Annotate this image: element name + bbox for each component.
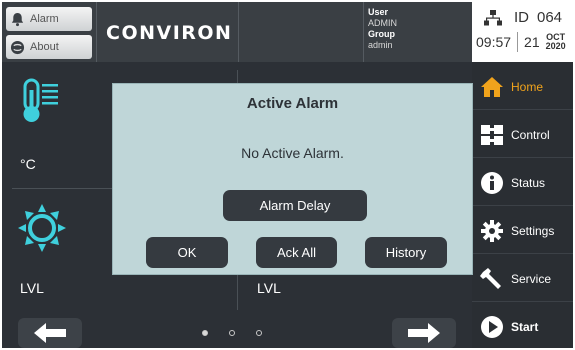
sidebar: Home Control Status Settings Service Sta… — [472, 62, 573, 348]
prev-page-button[interactable] — [18, 318, 82, 348]
sidebar-label-home: Home — [511, 79, 544, 94]
spacer-cell — [239, 2, 364, 62]
control-icon — [481, 124, 503, 145]
clock-year: 2020 — [545, 41, 566, 51]
network-icon — [484, 9, 502, 25]
page-dot[interactable] — [256, 330, 262, 336]
page-dot[interactable] — [202, 330, 208, 336]
dialog-message: No Active Alarm. — [241, 145, 344, 161]
page-navigation — [2, 312, 472, 348]
page-indicator — [202, 330, 262, 336]
user-key: User — [368, 7, 389, 17]
light-sun-icon — [18, 204, 66, 252]
active-alarm-dialog: Active Alarm No Active Alarm. Alarm Dela… — [112, 83, 473, 275]
sidebar-label-control: Control — [511, 127, 550, 142]
month-year: OCT 2020 — [546, 33, 566, 51]
about-button[interactable]: About — [6, 35, 92, 59]
next-page-button[interactable] — [392, 318, 456, 348]
alarm-about-cell: Alarm About — [2, 2, 97, 62]
clock-time: 09:57 — [476, 34, 512, 50]
id-label: ID — [514, 9, 529, 26]
gear-icon — [481, 219, 503, 242]
info-icon — [481, 171, 503, 194]
user-info: User ADMIN Group admin — [368, 7, 397, 51]
page-dot[interactable] — [229, 330, 235, 336]
id-time-box: ID 064 09:57 21 OCT 2020 — [472, 2, 573, 62]
sidebar-item-service[interactable]: Service — [472, 256, 573, 302]
home-icon — [481, 76, 503, 97]
id-row: ID 064 — [484, 9, 562, 26]
light-level-unit-left: LVL — [20, 280, 44, 296]
thermometer-icon — [23, 78, 58, 122]
ack-all-button[interactable]: Ack All — [256, 237, 337, 268]
alarm-label: Alarm — [30, 13, 59, 25]
sidebar-item-control[interactable]: Control — [472, 112, 573, 158]
id-value: 064 — [537, 9, 563, 26]
about-icon — [10, 40, 25, 54]
about-label: About — [30, 41, 59, 53]
group-key: Group — [368, 29, 395, 39]
play-icon — [481, 316, 503, 338]
sidebar-label-service: Service — [511, 271, 552, 286]
arrow-left-icon — [34, 323, 66, 343]
sidebar-label-start: Start — [511, 320, 539, 334]
sidebar-item-settings[interactable]: Settings — [472, 208, 573, 254]
history-button[interactable]: History — [365, 237, 447, 268]
controller-screen: Alarm About CONVIRON User ADMIN Group ad… — [2, 2, 573, 348]
sidebar-item-status[interactable]: Status — [472, 160, 573, 206]
light-level-unit-right: LVL — [257, 280, 281, 296]
bell-icon — [11, 12, 24, 26]
sidebar-item-start[interactable]: Start — [472, 304, 573, 348]
user-value: ADMIN — [368, 18, 397, 28]
clock-divider — [517, 32, 519, 52]
top-bar: Alarm About CONVIRON User ADMIN Group ad… — [2, 2, 573, 62]
sidebar-item-home[interactable]: Home — [472, 64, 573, 110]
dialog-title: Active Alarm — [246, 95, 339, 112]
alarm-button[interactable]: Alarm — [6, 7, 92, 31]
ok-button[interactable]: OK — [146, 237, 228, 268]
group-value: admin — [368, 40, 393, 50]
conviron-logo: CONVIRON — [106, 22, 233, 44]
arrow-right-icon — [408, 323, 440, 343]
clock-day: 21 — [524, 34, 540, 50]
wrench-icon — [480, 267, 501, 289]
alarm-delay-button[interactable]: Alarm Delay — [223, 190, 367, 221]
temperature-unit: °C — [20, 156, 36, 172]
sidebar-label-status: Status — [511, 175, 546, 190]
clock-row: 09:57 21 OCT 2020 — [476, 32, 566, 52]
sidebar-label-settings: Settings — [511, 223, 555, 238]
